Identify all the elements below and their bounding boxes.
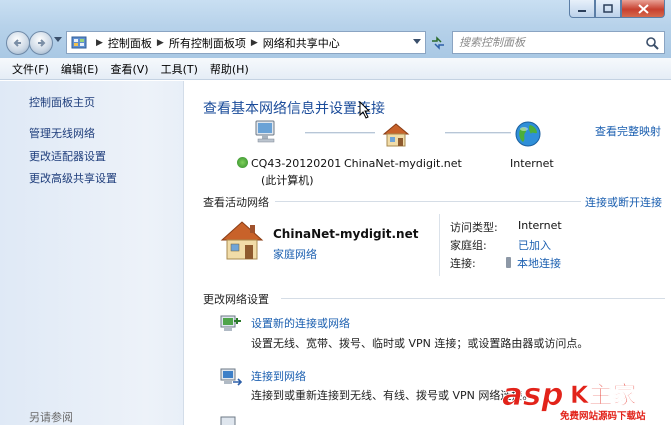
internet-caption: Internet: [510, 157, 554, 170]
computer-icon[interactable]: [253, 119, 279, 147]
sidebar: 控制面板主页 管理无线网络 更改适配器设置 更改高级共享设置 另请参阅: [0, 81, 184, 425]
address-dropdown-icon[interactable]: [413, 39, 421, 45]
connection-line: [445, 132, 511, 134]
sidebar-see-also: 另请参阅: [29, 411, 73, 424]
breadcrumb: ▶ 控制面板 ▶ 所有控制面板项 ▶ 网络和共享中心: [91, 35, 340, 51]
menu-tools[interactable]: 工具(T): [155, 61, 204, 77]
menu-edit[interactable]: 编辑(E): [55, 61, 105, 77]
breadcrumb-network-center[interactable]: 网络和共享中心: [263, 35, 340, 51]
arrow-right-icon: [38, 39, 46, 47]
mouse-cursor-icon: [359, 101, 371, 119]
breadcrumb-separator-icon[interactable]: ▶: [251, 38, 258, 48]
access-type-value: Internet: [518, 219, 562, 232]
sidebar-link-advanced-sharing[interactable]: 更改高级共享设置: [29, 170, 117, 186]
close-button[interactable]: [621, 0, 665, 18]
site-watermark: asp K主家 免费网站源码下载站: [498, 372, 671, 425]
connect-disconnect-link[interactable]: 连接或断开连接: [585, 194, 662, 210]
connection-label: 连接:: [450, 257, 476, 270]
search-box[interactable]: [452, 31, 665, 54]
breadcrumb-separator-icon[interactable]: ▶: [157, 38, 164, 48]
minimize-icon: [578, 9, 586, 12]
connection-line: [305, 132, 375, 134]
search-icon[interactable]: [645, 36, 659, 50]
forward-button[interactable]: [29, 31, 53, 55]
active-networks-header: 查看活动网络: [203, 196, 269, 209]
internet-globe-icon[interactable]: [513, 119, 543, 149]
vertical-divider: [439, 214, 440, 276]
homegroup-label: 家庭组:: [450, 239, 487, 252]
network-node-icon: [237, 157, 248, 168]
active-network-name: ChinaNet-mydigit.net: [273, 227, 419, 241]
network-name-caption: ChinaNet-mydigit.net: [344, 157, 462, 170]
maximize-icon: [603, 4, 613, 13]
ethernet-cable-icon: [506, 257, 511, 268]
new-connection-icon[interactable]: [219, 313, 243, 335]
back-button[interactable]: [6, 31, 30, 55]
address-bar[interactable]: ▶ 控制面板 ▶ 所有控制面板项 ▶ 网络和共享中心: [66, 31, 426, 54]
minimize-button[interactable]: [569, 0, 595, 18]
section-divider: [275, 201, 581, 202]
access-type-label: 访问类型:: [450, 221, 498, 234]
section-divider: [281, 298, 665, 299]
history-dropdown-icon[interactable]: [54, 37, 62, 43]
watermark-suffix: K主家: [570, 381, 637, 409]
watermark-logo: asp K主家 免费网站源码下载站: [502, 377, 668, 422]
setup-new-connection-desc: 设置无线、宽带、拨号、临时或 VPN 连接；或设置路由器或访问点。: [251, 337, 589, 350]
view-full-map-link[interactable]: 查看完整映射: [595, 123, 661, 139]
local-connection-link[interactable]: 本地连接: [506, 255, 561, 271]
breadcrumb-control-panel[interactable]: 控制面板: [108, 35, 152, 51]
sidebar-link-manage-wireless[interactable]: 管理无线网络: [29, 125, 95, 141]
maximize-button[interactable]: [595, 0, 621, 18]
menu-help[interactable]: 帮助(H): [204, 61, 255, 77]
menu-bar: 文件(F) 编辑(E) 查看(V) 工具(T) 帮助(H): [0, 58, 671, 80]
sidebar-link-adapter-settings[interactable]: 更改适配器设置: [29, 148, 106, 164]
connect-network-icon[interactable]: [219, 366, 243, 388]
breadcrumb-separator-icon: ▶: [96, 37, 103, 48]
watermark-brand: asp: [502, 377, 564, 413]
search-input[interactable]: [459, 36, 639, 49]
computer-subtitle: (此计算机): [261, 174, 314, 187]
sidebar-link-control-panel-home[interactable]: 控制面板主页: [29, 94, 95, 110]
computer-name: CQ43-20120201: [237, 157, 341, 170]
home-network-large-icon: [220, 221, 264, 260]
page-title: 查看基本网络信息并设置连接: [203, 101, 385, 117]
homegroup-options-icon[interactable]: [219, 414, 243, 425]
refresh-icon: [432, 35, 444, 50]
close-icon: [637, 3, 649, 14]
window-controls: [569, 0, 665, 18]
window-title-bar: ▶ 控制面板 ▶ 所有控制面板项 ▶ 网络和共享中心: [0, 0, 671, 58]
watermark-subtitle: 免费网站源码下载站: [560, 410, 646, 422]
setup-new-connection-link[interactable]: 设置新的连接或网络: [251, 315, 350, 331]
refresh-button[interactable]: [428, 32, 448, 53]
change-settings-header: 更改网络设置: [203, 293, 269, 306]
breadcrumb-all-items[interactable]: 所有控制面板项: [169, 35, 246, 51]
connect-to-network-desc: 连接到或重新连接到无线、有线、拨号或 VPN 网络连接。: [251, 389, 534, 402]
homegroup-joined-link[interactable]: 已加入: [518, 237, 551, 253]
connect-to-network-link[interactable]: 连接到网络: [251, 368, 306, 384]
active-network-type-link[interactable]: 家庭网络: [273, 246, 317, 262]
arrow-left-icon: [13, 39, 21, 47]
home-network-icon[interactable]: [381, 121, 411, 149]
menu-view[interactable]: 查看(V): [104, 61, 154, 77]
control-panel-icon: [71, 36, 87, 48]
menu-file[interactable]: 文件(F): [6, 61, 55, 77]
